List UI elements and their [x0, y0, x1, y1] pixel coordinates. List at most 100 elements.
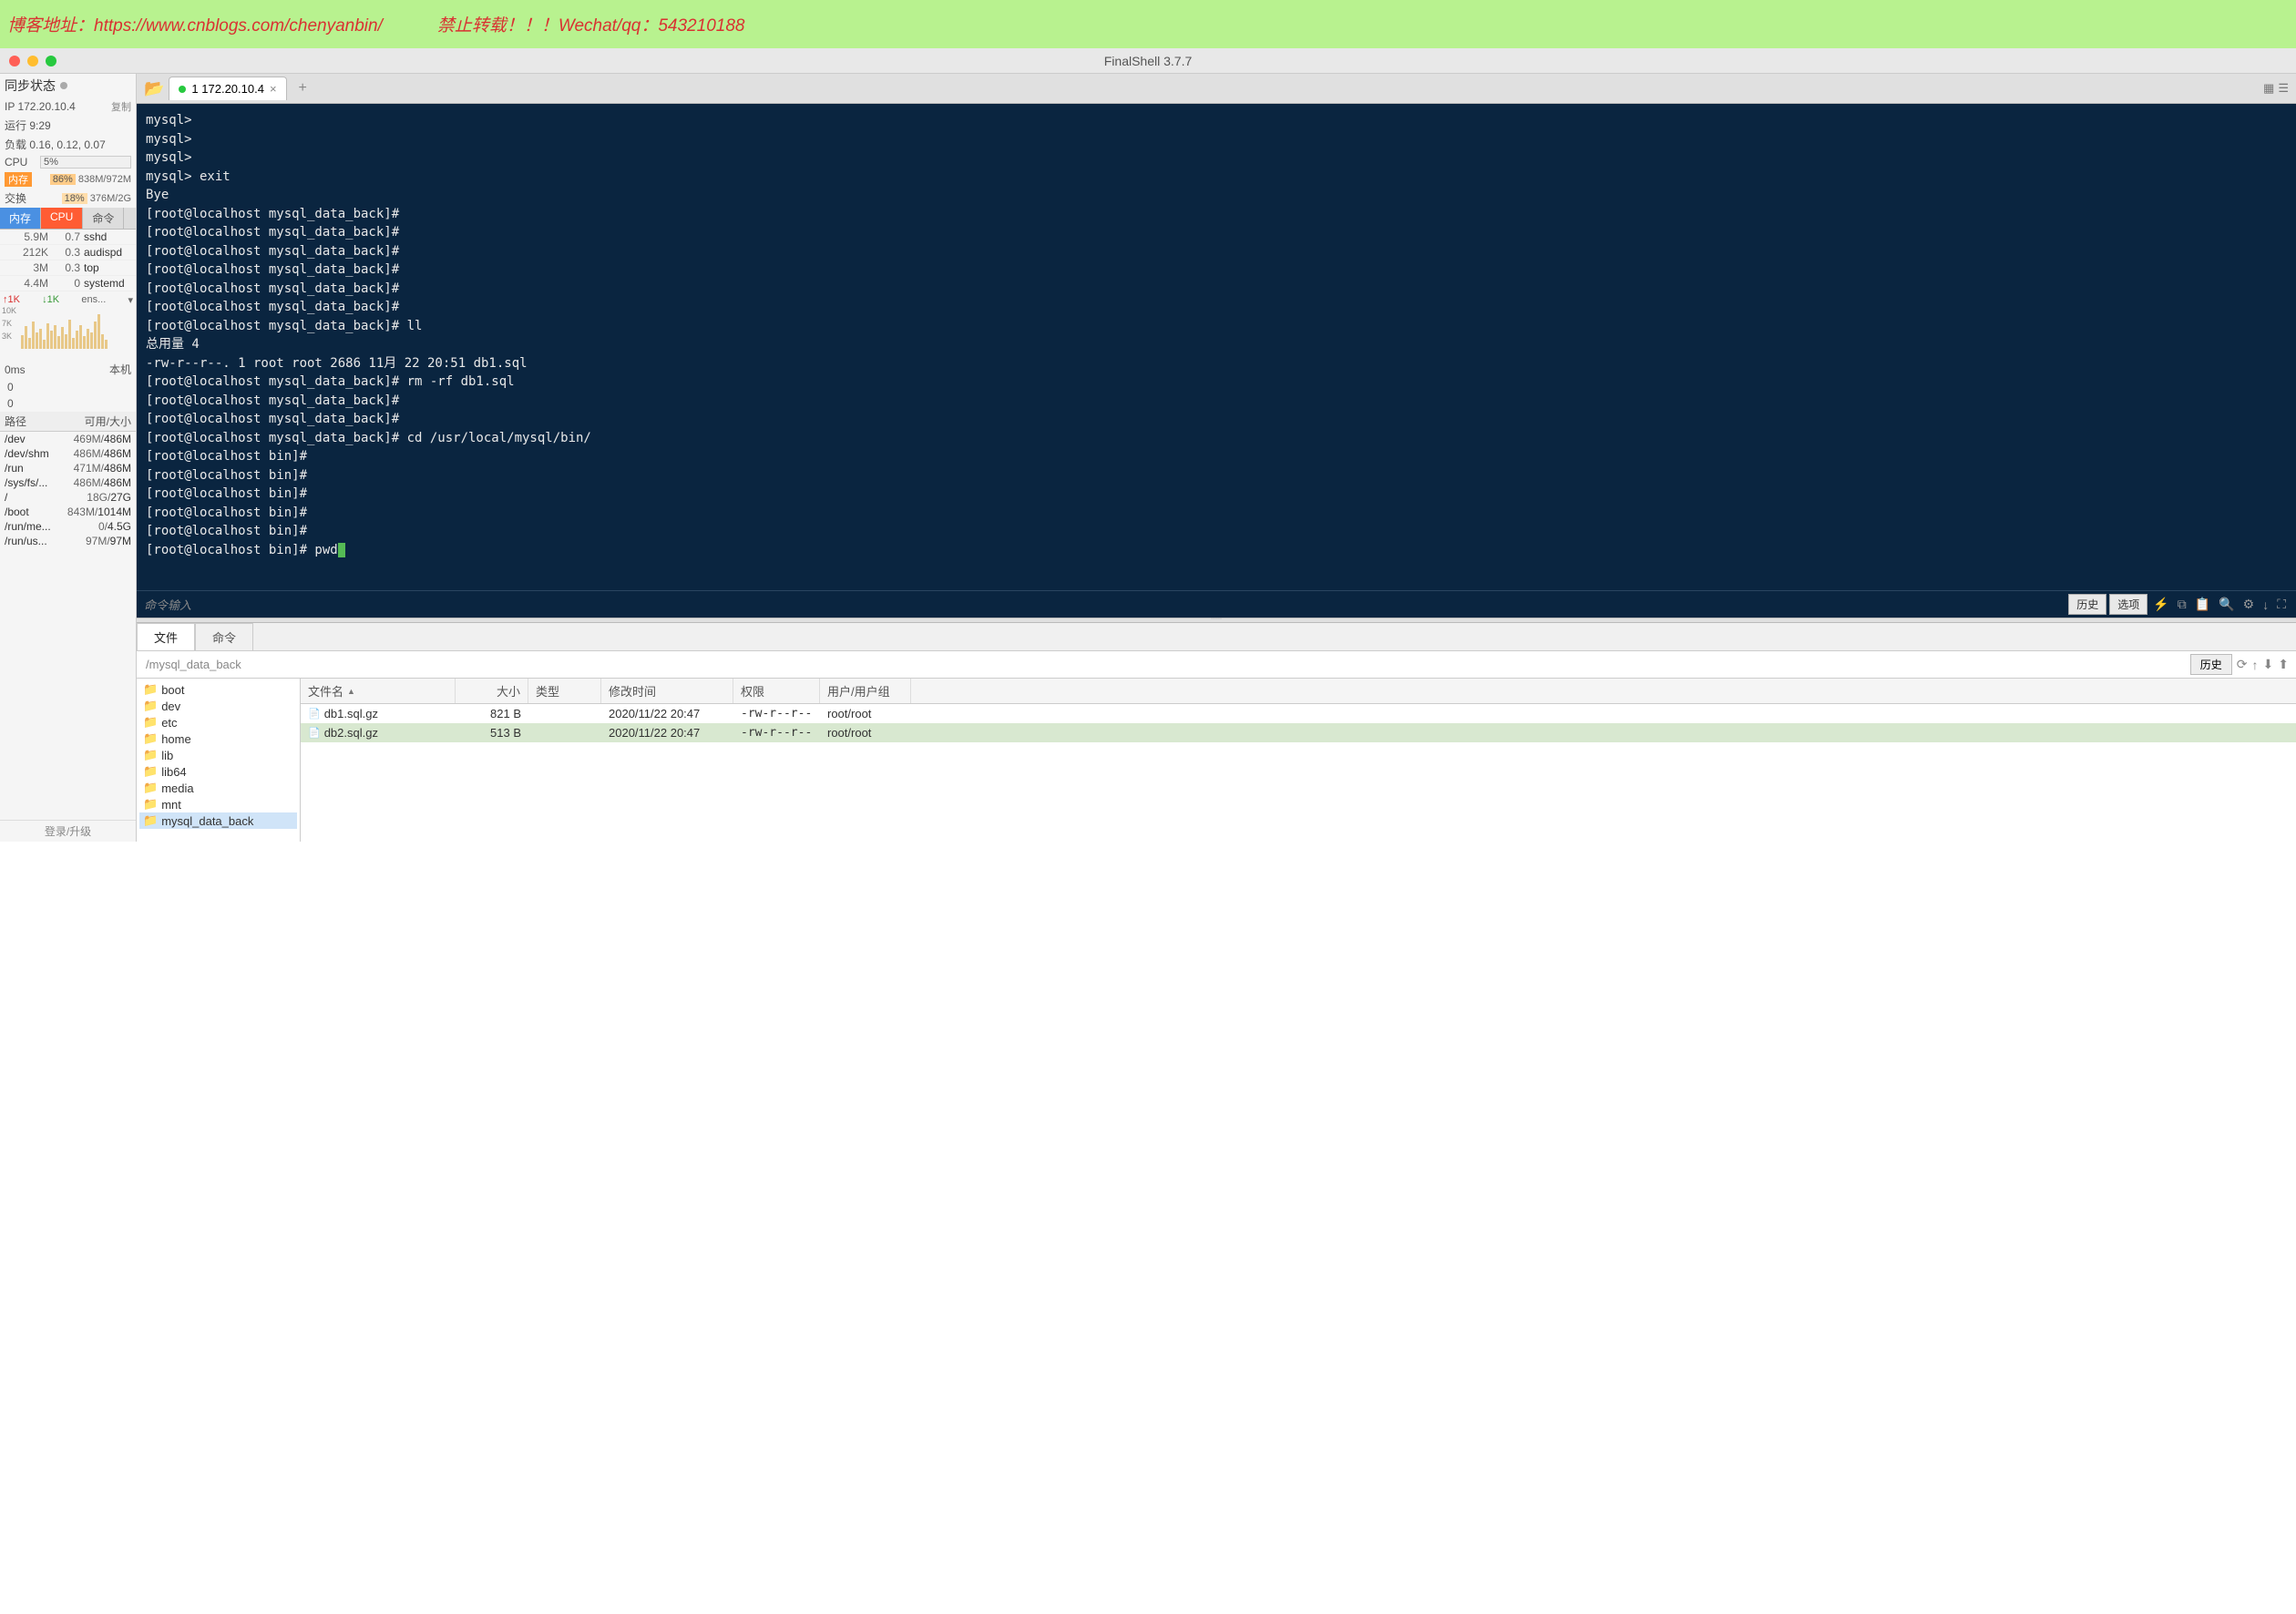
col-size-header[interactable]: 大小	[456, 679, 528, 703]
disk-row[interactable]: /sys/fs/...486M/486M	[0, 475, 136, 490]
dropdown-icon[interactable]: ▾	[128, 294, 133, 306]
options-button[interactable]: 选项	[2109, 594, 2147, 615]
proc-tab-header: 内存 CPU 命令	[0, 208, 136, 230]
folder-icon: 📁	[143, 699, 158, 713]
mem-pct: 86%	[50, 174, 76, 185]
fullscreen-icon[interactable]: ⛶	[2274, 597, 2289, 612]
swap-bar: 18% 376M/2G	[62, 193, 131, 204]
mem-label: 内存	[5, 172, 32, 187]
disk-path-header[interactable]: 路径	[5, 414, 54, 429]
chart-y-tick: 7K	[2, 319, 12, 328]
chart-y-tick: 3K	[2, 332, 12, 341]
refresh-icon[interactable]: ⟳	[2237, 657, 2248, 672]
sync-status: 同步状态	[0, 74, 136, 97]
folder-tree-item[interactable]: 📁lib	[139, 747, 297, 763]
disk-row[interactable]: /dev469M/486M	[0, 432, 136, 446]
minimize-window-button[interactable]	[27, 56, 38, 66]
folder-tree-item[interactable]: 📁mnt	[139, 796, 297, 812]
chart-bars	[21, 308, 133, 349]
download-icon[interactable]: ⬇	[2263, 657, 2274, 672]
col-perm-header[interactable]: 权限	[733, 679, 820, 703]
path-input[interactable]: /mysql_data_back	[144, 656, 2181, 673]
process-row[interactable]: 3M0.3top	[0, 260, 136, 276]
blog-url: 博客地址：https://www.cnblogs.com/chenyanbin/	[7, 12, 383, 36]
net-iface[interactable]: ens...	[81, 294, 106, 306]
file-list-header: 文件名 ▲ 大小 类型 修改时间 权限 用户/用户组	[301, 679, 2296, 704]
folder-tree-item[interactable]: 📁media	[139, 780, 297, 796]
folder-tree-item[interactable]: 📁lib64	[139, 763, 297, 780]
folder-icon: 📁	[143, 715, 158, 730]
history-button[interactable]: 历史	[2068, 594, 2106, 615]
terminal-output[interactable]: mysql> mysql> mysql> mysql> exit Bye [ro…	[137, 104, 2296, 590]
disk-row[interactable]: /boot843M/1014M	[0, 505, 136, 519]
search-icon[interactable]: 🔍	[2216, 597, 2237, 612]
window-title: FinalShell 3.7.7	[1104, 54, 1193, 68]
settings-icon[interactable]: ⚙	[2240, 597, 2258, 612]
tab-command[interactable]: 命令	[195, 623, 253, 650]
open-folder-icon[interactable]: 📂	[144, 79, 164, 98]
close-window-button[interactable]	[9, 56, 20, 66]
swap-pct: 18%	[62, 193, 87, 204]
col-type-header[interactable]: 类型	[528, 679, 601, 703]
connection-tab-bar: 📂 1 172.20.10.4 × + ▦ ☰	[137, 74, 2296, 104]
cpu-label: CPU	[5, 156, 27, 169]
path-toolbar: 历史 ⟳ ↑ ⬇ ⬆	[2190, 654, 2289, 675]
disk-list: /dev469M/486M /dev/shm486M/486M /run471M…	[0, 432, 136, 548]
tab-cpu[interactable]: CPU	[41, 208, 83, 229]
latency-host-label: 本机	[109, 362, 131, 377]
copy-icon[interactable]: ⧉	[2175, 597, 2189, 612]
folder-tree-item[interactable]: 📁boot	[139, 681, 297, 698]
path-bar: /mysql_data_back 历史 ⟳ ↑ ⬇ ⬆	[137, 651, 2296, 679]
tab-file[interactable]: 文件	[137, 623, 195, 650]
file-row[interactable]: 📄db2.sql.gz 513 B 2020/11/22 20:47 -rw-r…	[301, 723, 2296, 742]
folder-tree-item[interactable]: 📁mysql_data_back	[139, 812, 297, 829]
disk-size-header[interactable]: 可用/大小	[54, 414, 131, 429]
file-body: 📁boot 📁dev 📁etc 📁home 📁lib 📁lib64 📁media…	[137, 679, 2296, 842]
folder-tree-item[interactable]: 📁home	[139, 730, 297, 747]
folder-tree-item[interactable]: 📁etc	[139, 714, 297, 730]
swap-row: 交换 18% 376M/2G	[0, 189, 136, 208]
up-arrow-icon[interactable]: ↑	[2252, 658, 2259, 672]
repost-warning: 禁止转载！！！Wechat/qq：543210188	[437, 12, 745, 36]
process-row[interactable]: 4.4M0systemd	[0, 276, 136, 291]
maximize-window-button[interactable]	[46, 56, 56, 66]
folder-tree: 📁boot 📁dev 📁etc 📁home 📁lib 📁lib64 📁media…	[137, 679, 301, 842]
latency-detail: 0	[0, 379, 136, 395]
disk-row[interactable]: /run471M/486M	[0, 461, 136, 475]
download-icon[interactable]: ↓	[2260, 598, 2271, 612]
disk-row[interactable]: /run/us...97M/97M	[0, 534, 136, 548]
folder-tree-item[interactable]: 📁dev	[139, 698, 297, 714]
disk-row[interactable]: /run/me...0/4.5G	[0, 519, 136, 534]
lightning-icon[interactable]: ⚡	[2150, 597, 2171, 612]
disk-row[interactable]: /18G/27G	[0, 490, 136, 505]
path-history-button[interactable]: 历史	[2190, 654, 2232, 675]
disk-row[interactable]: /dev/shm486M/486M	[0, 446, 136, 461]
folder-icon: 📁	[143, 781, 158, 795]
connection-tab[interactable]: 1 172.20.10.4 ×	[169, 77, 286, 100]
col-user-header[interactable]: 用户/用户组	[820, 679, 911, 703]
process-row[interactable]: 5.9M0.7sshd	[0, 230, 136, 245]
col-name-header[interactable]: 文件名 ▲	[301, 679, 456, 703]
swap-value: 376M/2G	[90, 193, 131, 204]
folder-icon: 📁	[143, 682, 158, 697]
upload-icon[interactable]: ⬆	[2278, 657, 2289, 672]
paste-icon[interactable]: 📋	[2192, 597, 2213, 612]
col-date-header[interactable]: 修改时间	[601, 679, 733, 703]
net-down-value: ↓1K	[42, 294, 59, 306]
copy-ip-button[interactable]: 复制	[111, 99, 131, 114]
window-titlebar: FinalShell 3.7.7	[0, 48, 2296, 74]
latency-row: 0ms 本机	[0, 360, 136, 379]
list-layout-icon[interactable]: ☰	[2278, 81, 2289, 96]
tab-memory[interactable]: 内存	[0, 208, 41, 229]
close-tab-icon[interactable]: ×	[270, 82, 277, 96]
tab-command[interactable]: 命令	[83, 208, 124, 229]
process-row[interactable]: 212K0.3audispd	[0, 245, 136, 260]
add-tab-button[interactable]: +	[292, 80, 314, 97]
login-upgrade-button[interactable]: 登录/升级	[0, 820, 136, 842]
folder-icon: 📁	[143, 748, 158, 762]
terminal-toolbar: 历史 选项 ⚡ ⧉ 📋 🔍 ⚙ ↓ ⛶	[2068, 594, 2289, 615]
grid-layout-icon[interactable]: ▦	[2263, 81, 2274, 96]
file-row[interactable]: 📄db1.sql.gz 821 B 2020/11/22 20:47 -rw-r…	[301, 704, 2296, 723]
command-input[interactable]: 命令输入	[144, 596, 2063, 613]
command-input-bar: 命令输入 历史 选项 ⚡ ⧉ 📋 🔍 ⚙ ↓ ⛶	[137, 590, 2296, 618]
